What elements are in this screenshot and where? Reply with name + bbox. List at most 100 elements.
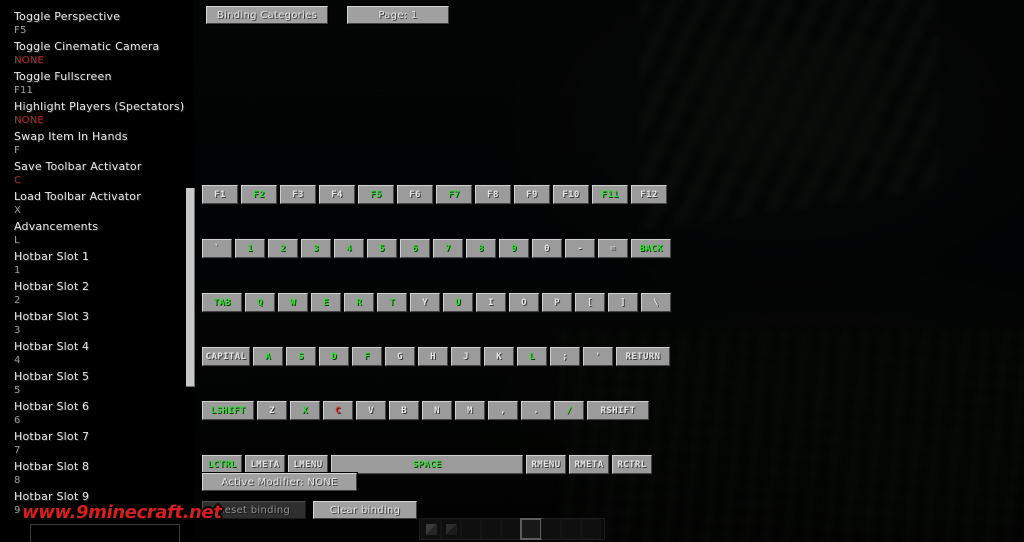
key-F5[interactable]: F5 xyxy=(357,184,395,205)
binding-list-item[interactable]: Save Toolbar Activator C xyxy=(14,161,186,187)
binding-categories-button[interactable]: Binding Categories xyxy=(205,5,329,25)
key-I[interactable]: I xyxy=(475,292,507,313)
page-button[interactable]: Page: 1 xyxy=(346,5,450,25)
binding-list-item[interactable]: Hotbar Slot 1 1 xyxy=(14,251,186,277)
binding-list-item[interactable]: Toggle Fullscreen F11 xyxy=(14,71,186,97)
hotbar-slot[interactable] xyxy=(421,519,441,539)
key-V[interactable]: V xyxy=(355,400,387,421)
key-A[interactable]: A xyxy=(252,346,284,367)
key-T[interactable]: T xyxy=(376,292,408,313)
key-X[interactable]: X xyxy=(289,400,321,421)
key-M[interactable]: M xyxy=(454,400,486,421)
hotbar-slot[interactable] xyxy=(461,519,481,539)
key-bindings-list[interactable]: Toggle Perspective F5 Toggle Cinematic Cam… xyxy=(0,0,186,542)
hotbar-slot[interactable] xyxy=(501,519,521,539)
key-[interactable]: . xyxy=(520,400,552,421)
key-C[interactable]: C xyxy=(322,400,354,421)
key-K[interactable]: K xyxy=(483,346,515,367)
key-LMENU[interactable]: LMENU xyxy=(287,454,329,475)
key-6[interactable]: 6 xyxy=(399,238,431,259)
key-F2[interactable]: F2 xyxy=(240,184,278,205)
key-F4[interactable]: F4 xyxy=(318,184,356,205)
key-BACK[interactable]: BACK xyxy=(630,238,672,259)
key-F12[interactable]: F12 xyxy=(630,184,668,205)
hotbar-slot[interactable] xyxy=(561,519,581,539)
key-RETURN[interactable]: RETURN xyxy=(615,346,671,367)
key-[interactable]: ; xyxy=(549,346,581,367)
key-5[interactable]: 5 xyxy=(366,238,398,259)
key-W[interactable]: W xyxy=(277,292,309,313)
key-RMETA[interactable]: RMETA xyxy=(568,454,610,475)
key-F6[interactable]: F6 xyxy=(396,184,434,205)
key-O[interactable]: O xyxy=(508,292,540,313)
key-4[interactable]: 4 xyxy=(333,238,365,259)
key-[interactable]: ] xyxy=(607,292,639,313)
hotbar-slot[interactable] xyxy=(520,518,542,540)
key-F7[interactable]: F7 xyxy=(435,184,473,205)
key-RSHIFT[interactable]: RSHIFT xyxy=(586,400,650,421)
key-F[interactable]: F xyxy=(351,346,383,367)
binding-list-item[interactable]: Highlight Players (Spectators) NONE xyxy=(14,101,186,127)
key-CAPITAL[interactable]: CAPITAL xyxy=(201,346,251,367)
key-Y[interactable]: Y xyxy=(409,292,441,313)
hotbar-slot[interactable] xyxy=(541,519,561,539)
key-LSHIFT[interactable]: LSHIFT xyxy=(201,400,255,421)
key-F10[interactable]: F10 xyxy=(552,184,590,205)
key-Q[interactable]: Q xyxy=(244,292,276,313)
key-LCTRL[interactable]: LCTRL xyxy=(201,454,243,475)
binding-list-item[interactable]: Hotbar Slot 7 7 xyxy=(14,431,186,457)
binding-list-item[interactable]: Hotbar Slot 3 3 xyxy=(14,311,186,337)
key-H[interactable]: H xyxy=(417,346,449,367)
binding-list-item[interactable]: Toggle Perspective F5 xyxy=(14,11,186,37)
key-TAB[interactable]: TAB xyxy=(201,292,243,313)
key-1[interactable]: 1 xyxy=(234,238,266,259)
key-F9[interactable]: F9 xyxy=(513,184,551,205)
key-SPACE[interactable]: SPACE xyxy=(330,454,524,475)
binding-list-item[interactable]: Hotbar Slot 8 8 xyxy=(14,461,186,487)
key-F11[interactable]: F11 xyxy=(591,184,629,205)
key-B[interactable]: B xyxy=(388,400,420,421)
binding-list-item[interactable]: Toggle Cinematic Camera NONE xyxy=(14,41,186,67)
hotbar-slot[interactable] xyxy=(441,519,461,539)
key-Z[interactable]: Z xyxy=(256,400,288,421)
hotbar-slot[interactable] xyxy=(481,519,501,539)
binding-list-item[interactable]: Hotbar Slot 5 5 xyxy=(14,371,186,397)
key-0[interactable]: 0 xyxy=(531,238,563,259)
key-2[interactable]: 2 xyxy=(267,238,299,259)
key-R[interactable]: R xyxy=(343,292,375,313)
key-F1[interactable]: F1 xyxy=(201,184,239,205)
key-7[interactable]: 7 xyxy=(432,238,464,259)
key-[interactable]: = xyxy=(597,238,629,259)
key-RCTRL[interactable]: RCTRL xyxy=(611,454,653,475)
key-G[interactable]: G xyxy=(384,346,416,367)
key-[interactable]: ` xyxy=(201,238,233,259)
binding-list-item[interactable]: Load Toolbar Activator X xyxy=(14,191,186,217)
binding-list-item[interactable]: Hotbar Slot 4 4 xyxy=(14,341,186,367)
binding-list-item[interactable]: Hotbar Slot 2 2 xyxy=(14,281,186,307)
key-[interactable]: [ xyxy=(574,292,606,313)
key-L[interactable]: L xyxy=(516,346,548,367)
key-J[interactable]: J xyxy=(450,346,482,367)
key-8[interactable]: 8 xyxy=(465,238,497,259)
key-S[interactable]: S xyxy=(285,346,317,367)
key-9[interactable]: 9 xyxy=(498,238,530,259)
clear-binding-button[interactable]: Clear binding xyxy=(312,500,418,520)
hotbar[interactable] xyxy=(419,518,605,540)
key-D[interactable]: D xyxy=(318,346,350,367)
key-[interactable]: , xyxy=(487,400,519,421)
active-modifier-button[interactable]: Active Modifier: NONE xyxy=(201,472,358,492)
key-LMETA[interactable]: LMETA xyxy=(244,454,286,475)
key-U[interactable]: U xyxy=(442,292,474,313)
key-P[interactable]: P xyxy=(541,292,573,313)
key-E[interactable]: E xyxy=(310,292,342,313)
list-scrollbar-thumb[interactable] xyxy=(186,188,195,387)
key-F8[interactable]: F8 xyxy=(474,184,512,205)
hotbar-slot[interactable] xyxy=(581,519,601,539)
key-[interactable]: ' xyxy=(582,346,614,367)
key-3[interactable]: 3 xyxy=(300,238,332,259)
key-[interactable]: - xyxy=(564,238,596,259)
key-[interactable]: \ xyxy=(640,292,672,313)
key-[interactable]: / xyxy=(553,400,585,421)
binding-list-item[interactable]: Swap Item In Hands F xyxy=(14,131,186,157)
binding-list-item[interactable]: Hotbar Slot 6 6 xyxy=(14,401,186,427)
